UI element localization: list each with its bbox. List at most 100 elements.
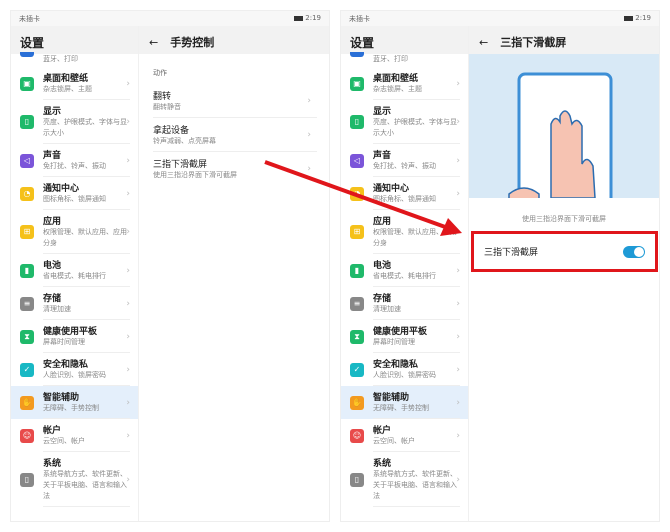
- gesture-list: 翻转 翻转静音 › 拿起设备 铃声减弱、点亮屏幕 › 三指下滑截屏 使用三指沿界面下滑可截…: [139, 84, 329, 185]
- chevron-right-icon: ›: [456, 298, 460, 309]
- settings-sidebar: 设置 蓝牙、打印 ▣ 桌面和壁纸 杂志锁屏、主题 › ▯ 显示 亮度、护眼模式、字体与…: [341, 26, 469, 521]
- sidebar-item-title: 系统: [373, 459, 392, 469]
- battery-icon: ▮: [350, 263, 364, 278]
- sidebar-item-title: 健康使用平板: [373, 327, 428, 337]
- status-bar: 未插卡 2:19: [341, 11, 659, 26]
- chevron-right-icon: ›: [126, 188, 130, 199]
- wallpaper-icon: ▣: [20, 76, 34, 91]
- sidebar-item-title: 健康使用平板: [43, 327, 98, 337]
- sidebar-item[interactable]: ◁ 声音 免打扰、铃声、振动 ›: [11, 144, 138, 177]
- sidebar-item-title: 电池: [373, 261, 392, 271]
- chevron-right-icon: ›: [126, 78, 130, 89]
- sidebar-item[interactable]: ▣ 桌面和壁纸 杂志锁屏、主题 ›: [11, 67, 138, 100]
- feature-caption: 使用三指沿界面下滑可截屏: [522, 215, 606, 223]
- sidebar-item[interactable]: ▯ 系统 系统导航方式、软件更新、关于平板电脑、语言和输入法 ›: [341, 452, 468, 507]
- sidebar-item-subtitle: 清理加速: [43, 305, 71, 313]
- hand-swipe-illustration: [508, 72, 613, 198]
- sidebar-item-subtitle: 系统导航方式、软件更新、关于平板电脑、语言和输入法: [373, 470, 457, 500]
- sidebar-item[interactable]: ⊞ 应用 权限管理、默认应用、应用分身 ›: [11, 210, 138, 254]
- chevron-right-icon: ›: [126, 474, 130, 485]
- chevron-right-icon: ›: [456, 78, 460, 89]
- chevron-right-icon: ›: [456, 331, 460, 342]
- chevron-right-icon: ›: [307, 129, 311, 140]
- chevron-right-icon: ›: [456, 397, 460, 408]
- sidebar-item-partial[interactable]: 蓝牙、打印: [341, 52, 468, 67]
- sidebar-item-subtitle: 亮度、护眼模式、字体与显示大小: [373, 118, 457, 137]
- three-finger-screenshot-toggle-row[interactable]: 三指下滑截屏: [471, 231, 658, 272]
- right-screenshot: 未插卡 2:19 设置 蓝牙、打印 ▣ 桌面和壁纸 杂志锁屏、主题 › ▯ 显示 亮度…: [340, 10, 660, 522]
- chevron-right-icon: ›: [456, 364, 460, 375]
- sidebar-item[interactable]: ▯ 系统 系统导航方式、软件更新、关于平板电脑、语言和输入法 ›: [11, 452, 138, 507]
- sidebar-item-title: 安全和隐私: [373, 360, 419, 370]
- chevron-right-icon: ›: [307, 163, 311, 174]
- sidebar-item-title: 存储: [43, 294, 62, 304]
- apps-icon: ⊞: [20, 225, 34, 239]
- sidebar-item[interactable]: ⊞ 应用 权限管理、默认应用、应用分身 ›: [341, 210, 468, 254]
- sidebar-item-subtitle: 系统导航方式、软件更新、关于平板电脑、语言和输入法: [43, 470, 127, 500]
- sidebar-item-subtitle: 人脸识别、锁屏密码: [373, 371, 436, 379]
- page-title: 手势控制: [170, 36, 215, 49]
- sidebar-item-title: 安全和隐私: [43, 360, 89, 370]
- sidebar-item-subtitle: 清理加速: [373, 305, 401, 313]
- sidebar-item-subtitle: 权限管理、默认应用、应用分身: [43, 228, 127, 247]
- sim-status: 未插卡: [349, 15, 370, 23]
- sidebar-item[interactable]: ≡ 存储 清理加速 ›: [341, 287, 468, 320]
- sidebar-item[interactable]: ▣ 桌面和壁纸 杂志锁屏、主题 ›: [341, 67, 468, 100]
- system-icon: ▯: [20, 472, 34, 487]
- gesture-item-pickup[interactable]: 拿起设备 铃声减弱、点亮屏幕 ›: [153, 118, 317, 152]
- chevron-right-icon: ›: [126, 364, 130, 375]
- bell-icon: ◔: [20, 186, 34, 201]
- sim-status: 未插卡: [19, 15, 40, 23]
- sidebar-item[interactable]: ▮ 电池 省电模式、耗电排行 ›: [341, 254, 468, 287]
- sidebar-item-title: 帐户: [43, 426, 62, 436]
- back-arrow-icon[interactable]: ←: [479, 36, 488, 49]
- sidebar-item-subtitle: 云空间、帐户: [373, 437, 415, 445]
- sidebar-item-title: 声音: [373, 151, 392, 161]
- page-title: 三指下滑截屏: [500, 36, 567, 49]
- gesture-item-flip[interactable]: 翻转 翻转静音 ›: [153, 84, 317, 118]
- sidebar-item[interactable]: ✓ 安全和隐私 人脸识别、锁屏密码 ›: [11, 353, 138, 386]
- sidebar-item[interactable]: ▮ 电池 省电模式、耗电排行 ›: [11, 254, 138, 287]
- chevron-right-icon: ›: [126, 397, 130, 408]
- bell-icon: ◔: [350, 186, 364, 201]
- account-icon: ☺: [350, 428, 364, 443]
- sidebar-title: 设置: [341, 26, 468, 54]
- chevron-right-icon: ›: [456, 474, 460, 485]
- sidebar-item-subtitle: 屏幕时间管理: [373, 338, 415, 346]
- sidebar-item[interactable]: ◁ 声音 免打扰、铃声、振动 ›: [341, 144, 468, 177]
- sidebar-item[interactable]: ◔ 通知中心 图标角标、锁屏通知 ›: [341, 177, 468, 210]
- sidebar-item-subtitle: 屏幕时间管理: [43, 338, 85, 346]
- sound-icon: ◁: [20, 153, 34, 168]
- item-title: 三指下滑截屏: [153, 160, 208, 170]
- sidebar-item[interactable]: ≡ 存储 清理加速 ›: [11, 287, 138, 320]
- sidebar-item[interactable]: ◔ 通知中心 图标角标、锁屏通知 ›: [11, 177, 138, 210]
- sidebar-item-title: 智能辅助: [373, 393, 410, 403]
- display-icon: ▯: [20, 115, 34, 129]
- item-subtitle: 铃声减弱、点亮屏幕: [153, 137, 216, 145]
- three-finger-screenshot-switch[interactable]: [623, 245, 645, 258]
- gesture-item-three-finger-screenshot[interactable]: 三指下滑截屏 使用三指沿界面下滑可截屏 ›: [153, 152, 317, 185]
- sidebar-item-subtitle: 无障碍、手势控制: [43, 404, 99, 412]
- back-arrow-icon[interactable]: ←: [149, 36, 158, 49]
- sidebar-item[interactable]: ⧗ 健康使用平板 屏幕时间管理 ›: [11, 320, 138, 353]
- sidebar-item-title: 系统: [43, 459, 62, 469]
- gesture-illustration: [469, 54, 659, 198]
- sidebar-item[interactable]: ▯ 显示 亮度、护眼模式、字体与显示大小 ›: [11, 100, 138, 144]
- sidebar-item[interactable]: ✓ 安全和隐私 人脸识别、锁屏密码 ›: [341, 353, 468, 386]
- chevron-right-icon: ›: [456, 188, 460, 199]
- sidebar-item-title: 存储: [373, 294, 392, 304]
- sidebar-item-subtitle: 人脸识别、锁屏密码: [43, 371, 106, 379]
- section-label: 动作: [153, 69, 167, 77]
- sidebar-item-title: 应用: [373, 217, 392, 227]
- sidebar-item-partial[interactable]: 蓝牙、打印: [11, 52, 138, 67]
- sidebar-item[interactable]: ✋ 智能辅助 无障碍、手势控制 ›: [11, 386, 138, 419]
- sidebar-item[interactable]: ✋ 智能辅助 无障碍、手势控制 ›: [341, 386, 468, 419]
- sidebar-item[interactable]: ⧗ 健康使用平板 屏幕时间管理 ›: [341, 320, 468, 353]
- sidebar-item-title: 桌面和壁纸: [43, 74, 89, 84]
- shield-icon: ✓: [20, 362, 34, 377]
- system-icon: ▯: [350, 472, 364, 487]
- sidebar-item[interactable]: ▯ 显示 亮度、护眼模式、字体与显示大小 ›: [341, 100, 468, 144]
- sidebar-item[interactable]: ☺ 帐户 云空间、帐户 ›: [11, 419, 138, 452]
- sidebar-item[interactable]: ☺ 帐户 云空间、帐户 ›: [341, 419, 468, 452]
- sidebar-item-title: 声音: [43, 151, 62, 161]
